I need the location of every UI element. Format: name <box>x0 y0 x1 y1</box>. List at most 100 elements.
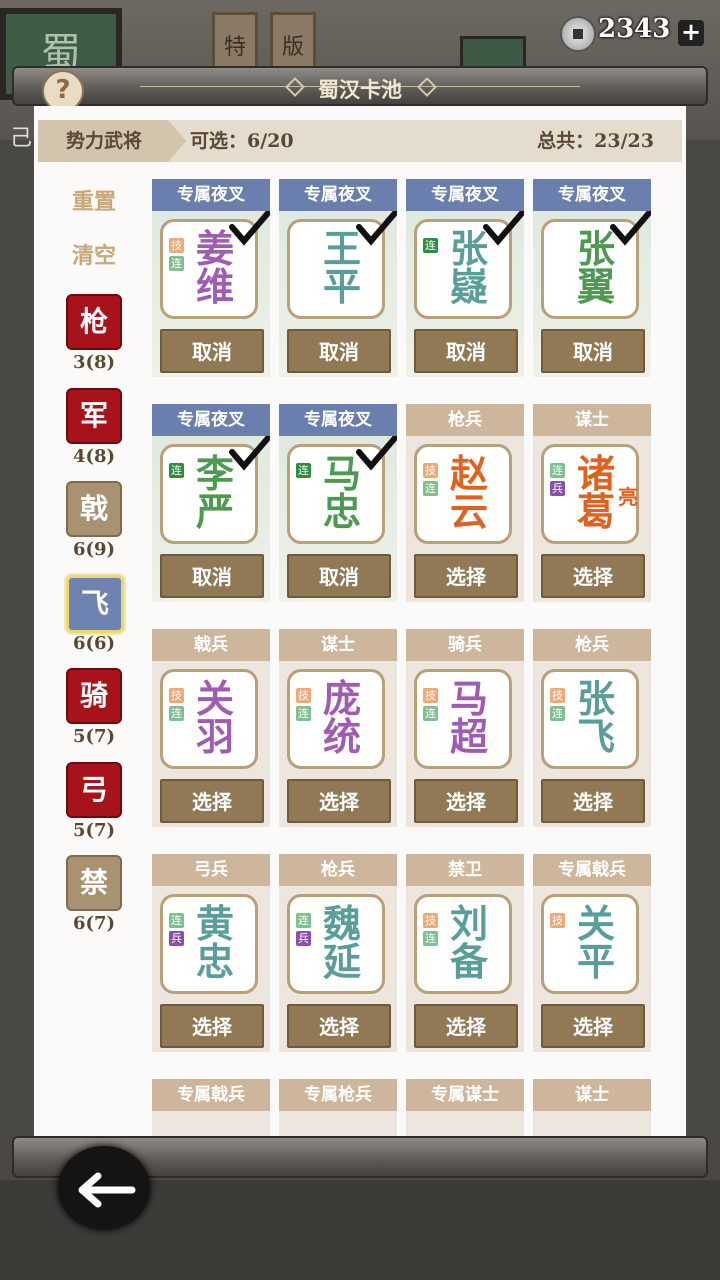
general-card[interactable]: 专属夜叉王平取消 <box>279 179 397 377</box>
skill-badge: 连 <box>423 706 438 721</box>
troop-type-count: 6(6) <box>72 632 116 654</box>
general-card[interactable]: 枪兵魏延连兵选择 <box>279 854 397 1052</box>
select-button[interactable]: 选择 <box>287 779 391 823</box>
total-count: 总共：23/23 <box>537 130 654 152</box>
skill-badge: 连 <box>296 706 311 721</box>
troop-type-tile[interactable]: 飞 <box>66 574 124 633</box>
general-name-second-char: 严 <box>195 489 234 534</box>
skill-badge: 连 <box>169 706 184 721</box>
skill-badge: 技 <box>423 913 438 928</box>
general-name-second-char: 延 <box>322 939 361 984</box>
general-card[interactable]: 枪兵赵云技连选择 <box>406 404 524 602</box>
card-background <box>279 1109 397 1136</box>
card-troop-type: 弓兵 <box>152 854 270 886</box>
select-button[interactable]: 选择 <box>414 1004 518 1048</box>
general-name: 关平 <box>574 905 618 981</box>
troop-type-count: 6(7) <box>72 913 116 934</box>
general-name-first-char: 刘 <box>449 901 488 946</box>
select-button[interactable]: 选择 <box>414 554 518 598</box>
general-name-second-char: 嶷 <box>449 264 488 309</box>
filter-bar: 势力武将 可选：6/20 总共：23/23 <box>38 120 682 162</box>
skill-badge: 连 <box>550 706 565 721</box>
cancel-button[interactable]: 取消 <box>287 329 391 373</box>
skill-badge: 技 <box>169 688 184 703</box>
general-card[interactable]: 专属夜叉姜维技连取消 <box>152 179 270 377</box>
skill-badge: 技 <box>423 463 438 478</box>
general-card[interactable]: 专属戟兵关平技选择 <box>533 854 651 1052</box>
general-card[interactable]: 弓兵黄忠连兵选择 <box>152 854 270 1052</box>
skill-badge: 连 <box>169 463 184 478</box>
cancel-button[interactable]: 取消 <box>287 554 391 598</box>
card-troop-type: 谋士 <box>533 1079 651 1111</box>
general-name: 张飞 <box>574 680 618 756</box>
general-card[interactable]: 谋士 <box>533 1079 651 1136</box>
select-button[interactable]: 选择 <box>287 1004 391 1048</box>
reset-button[interactable]: 重置 <box>64 184 124 216</box>
troop-type-tile[interactable]: 禁 <box>66 855 122 911</box>
general-name-second-char: 翼 <box>576 264 615 309</box>
cancel-button[interactable]: 取消 <box>541 329 645 373</box>
card-troop-type: 专属谋士 <box>406 1079 524 1111</box>
general-name-first-char: 黄 <box>195 901 234 946</box>
general-card[interactable]: 谋士庞统技连选择 <box>279 629 397 827</box>
general-card[interactable]: 谋士诸葛亮 连兵选择 <box>533 404 651 602</box>
general-name-frame: 刘备技连 <box>414 894 512 994</box>
add-coins-button[interactable]: + <box>678 20 704 46</box>
card-troop-type: 谋士 <box>279 629 397 661</box>
coin-count: 2343 <box>598 14 671 44</box>
card-troop-type: 专属夜叉 <box>279 404 397 436</box>
troop-type-tile[interactable]: 戟 <box>66 481 122 537</box>
troop-type-count: 4(8) <box>72 445 116 467</box>
skill-badge: 兵 <box>296 931 311 946</box>
general-card[interactable]: 枪兵张飞技连选择 <box>533 629 651 827</box>
troop-type-tile[interactable]: 骑 <box>66 668 122 724</box>
card-troop-type: 枪兵 <box>279 854 397 886</box>
skill-badge: 连 <box>169 913 184 928</box>
general-name: 诸葛 <box>574 455 618 531</box>
card-troop-type: 专属夜叉 <box>279 179 397 211</box>
general-name-frame: 马超技连 <box>414 669 512 769</box>
clear-button[interactable]: 清空 <box>64 238 124 270</box>
card-troop-type: 专属夜叉 <box>406 179 524 211</box>
select-button[interactable]: 选择 <box>160 779 264 823</box>
general-card[interactable]: 专属戟兵 <box>152 1079 270 1136</box>
checkmark-icon <box>356 436 397 471</box>
general-name-frame: 魏延连兵 <box>287 894 385 994</box>
general-card[interactable]: 专属谋士 <box>406 1079 524 1136</box>
general-card[interactable]: 骑兵马超技连选择 <box>406 629 524 827</box>
troop-type-count: 6(9) <box>72 539 116 560</box>
troop-type-tile[interactable]: 枪 <box>66 294 122 350</box>
general-card[interactable]: 专属夜叉马忠连取消 <box>279 404 397 602</box>
faction-filter-tab[interactable]: 势力武将 <box>38 120 186 162</box>
select-button[interactable]: 选择 <box>541 1004 645 1048</box>
general-card[interactable]: 专属夜叉张翼取消 <box>533 179 651 377</box>
general-name-first-char: 张 <box>576 676 615 721</box>
skill-badge: 连 <box>423 238 438 253</box>
general-card[interactable]: 戟兵关羽技连选择 <box>152 629 270 827</box>
back-button[interactable] <box>58 1146 150 1230</box>
general-card[interactable]: 专属枪兵 <box>279 1079 397 1136</box>
general-card[interactable]: 专属夜叉李严连取消 <box>152 404 270 602</box>
checkmark-icon <box>483 211 524 246</box>
general-name-first-char: 关 <box>195 676 234 721</box>
troop-type-tile[interactable]: 军 <box>66 387 122 444</box>
general-card[interactable]: 禁卫刘备技连选择 <box>406 854 524 1052</box>
cancel-button[interactable]: 取消 <box>160 554 264 598</box>
cancel-button[interactable]: 取消 <box>414 329 518 373</box>
select-button[interactable]: 选择 <box>541 779 645 823</box>
general-name-first-char: 庞 <box>322 676 361 721</box>
general-name: 庞统 <box>320 680 364 756</box>
skill-badge: 连 <box>169 256 184 271</box>
troop-type-tile[interactable]: 弓 <box>66 761 122 818</box>
general-card[interactable]: 专属夜叉张嶷连取消 <box>406 179 524 377</box>
cancel-button[interactable]: 取消 <box>160 329 264 373</box>
select-button[interactable]: 选择 <box>160 1004 264 1048</box>
general-name: 赵云 <box>447 455 491 531</box>
card-background <box>533 1109 651 1136</box>
card-troop-type: 专属枪兵 <box>279 1079 397 1111</box>
select-button[interactable]: 选择 <box>541 554 645 598</box>
checkmark-icon <box>356 211 397 246</box>
select-button[interactable]: 选择 <box>414 779 518 823</box>
general-name-second-char: 忠 <box>322 489 361 534</box>
troop-type-count: 5(7) <box>72 819 116 841</box>
